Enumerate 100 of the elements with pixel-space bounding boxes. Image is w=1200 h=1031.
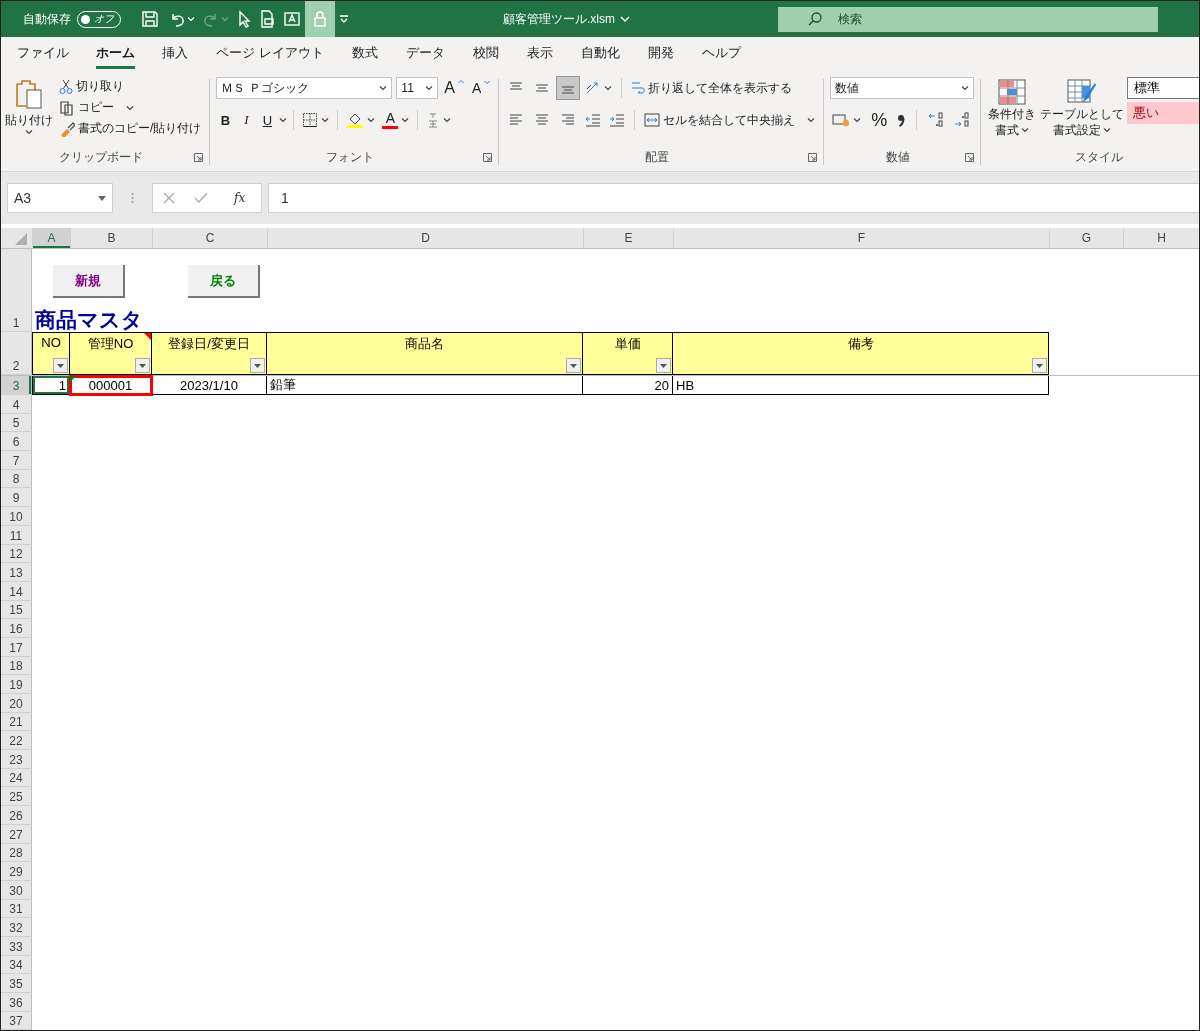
column-header[interactable]: E [583,228,673,248]
ribbon-tab[interactable]: ヘルプ [688,39,754,69]
column-header[interactable]: H [1123,228,1199,248]
cell-text: 2023/1/10 [180,377,238,393]
caret-icon [401,117,410,123]
caret-icon [807,117,816,123]
row-header[interactable]: 1 [1,249,32,332]
increase-decimal-icon [928,112,945,128]
row-header[interactable]: 35 [1,974,32,993]
insert-function-button[interactable]: fx [228,190,252,206]
paste-button[interactable]: 貼り付け [7,75,51,149]
redo-icon [203,11,219,27]
underline-button[interactable]: U [258,111,277,129]
row-header[interactable]: 3 [1,376,32,395]
ribbon-tab[interactable]: 校閲 [459,39,512,69]
confirm-icon[interactable] [194,192,209,204]
caret-icon [25,129,33,135]
dialog-launcher-icon[interactable] [808,152,818,162]
comma-icon [897,113,906,127]
row-header[interactable]: 7 [1,451,32,470]
ribbon-tab[interactable]: 開発 [634,39,687,69]
align-icon [509,113,524,127]
dropdown-icon [570,363,577,368]
font-size-field[interactable]: 11 [396,77,439,99]
column-header[interactable]: F [673,228,1049,248]
pointer-icon [237,10,251,28]
filter-button[interactable] [53,358,68,373]
filter-button[interactable] [1032,358,1047,373]
row-header[interactable]: 2 [1,332,32,375]
paintbrush-icon [59,120,75,137]
ribbon-tab[interactable]: データ [392,39,458,69]
paint-bucket-icon [346,111,365,129]
row-header[interactable]: 6 [1,432,32,452]
filter-button[interactable] [566,358,581,373]
caret-icon [443,117,452,123]
ribbon-tab[interactable]: 数式 [338,39,391,69]
row-header[interactable]: 13 [1,563,32,582]
ribbon-tab[interactable]: ホーム [96,39,135,69]
row-header[interactable]: 32 [1,918,32,937]
macro-button[interactable]: 戻る [188,265,260,298]
macro-button[interactable]: 新規 [53,265,125,298]
merge-center-button[interactable]: セルを結合して中央揃え [642,110,818,130]
cell-text: 20 [654,377,669,393]
align-icon [561,113,576,127]
row-header[interactable]: 20 [1,694,32,713]
column-header[interactable]: D [267,228,583,248]
column-header[interactable]: G [1049,228,1123,248]
number-format-field[interactable]: 数値 [830,77,975,99]
ribbon-tab[interactable]: 自動化 [567,39,633,69]
decrease-font-button[interactable]: A [470,79,493,97]
row-header[interactable]: 16 [1,619,32,638]
row-header[interactable]: 23 [1,750,32,769]
ribbon-tab[interactable]: ファイル [4,39,82,69]
dialog-launcher-icon[interactable] [194,152,204,162]
group-label: 配置 [643,148,670,166]
format-as-table-button[interactable]: テーブルとして 書式設定 [1043,75,1122,149]
dialog-launcher-icon[interactable] [483,152,493,162]
format-painter-button[interactable]: 書式のコピー/貼り付け [57,119,204,138]
row-header[interactable]: 29 [1,862,32,881]
row-header[interactable]: 26 [1,806,32,825]
italic-button[interactable]: I [237,111,256,129]
ribbon-tab[interactable]: 挿入 [149,39,201,69]
percent-button[interactable]: % [869,108,890,132]
row-header[interactable]: 22 [1,731,32,751]
bold-button[interactable]: B [216,111,235,129]
ribbon-tab[interactable]: ページ レイアウト [203,39,337,69]
save-icon[interactable] [141,10,159,28]
filter-button[interactable] [656,358,671,373]
caret-icon [279,117,288,123]
row-header[interactable]: 10 [1,507,32,526]
font-name-field[interactable]: ＭＳ Ｐゴシック [216,77,393,99]
name-box[interactable]: A3 [7,183,113,213]
decrease-decimal-icon [954,112,971,128]
copy-button[interactable]: コピー [57,98,204,117]
row-header[interactable]: 19 [1,675,32,694]
dialog-launcher-icon[interactable] [965,152,975,162]
row-header[interactable]: 25 [1,787,32,807]
row-header[interactable]: 9 [1,488,32,508]
cancel-icon[interactable] [162,192,175,204]
currency-icon [832,113,851,127]
textbox-icon [283,10,301,28]
conditional-formatting-button[interactable]: 条件付き 書式 [987,75,1038,149]
column-header[interactable]: B [70,228,152,248]
increase-font-button[interactable]: A [442,78,466,98]
filter-button[interactable] [135,358,150,373]
row-header[interactable]: 4 [1,395,32,414]
search-field[interactable]: 検索 [778,6,1158,32]
group-label: スタイル [1074,148,1125,166]
cell-style-button[interactable]: 標準 [1127,77,1199,99]
row-header[interactable]: 36 [1,993,32,1012]
formula-field[interactable]: 1 [268,183,1199,213]
column-header[interactable]: A [32,228,70,248]
cell-style-button[interactable]: 悪い [1127,102,1199,124]
font-color-button[interactable]: A [380,110,412,130]
wrap-text-button[interactable]: 折り返して全体を表示する [629,78,795,98]
ribbon-tab[interactable]: 表示 [513,39,566,69]
filter-button[interactable] [250,358,265,373]
cut-button[interactable]: 切り取り [57,77,204,96]
align-icon [535,113,550,127]
column-header[interactable]: C [152,228,267,248]
